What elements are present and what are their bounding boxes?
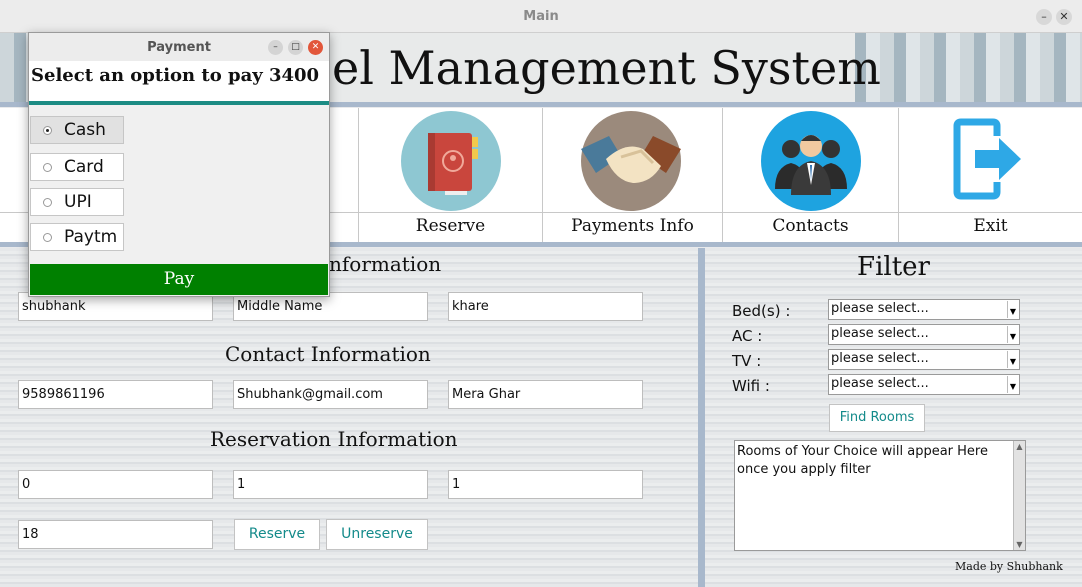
reservation-field-1[interactable] — [18, 470, 213, 499]
tv-select[interactable]: please select... ▼ — [828, 349, 1020, 370]
reservation-field-4[interactable] — [18, 520, 213, 549]
beds-select[interactable]: please select... ▼ — [828, 299, 1020, 320]
chevron-down-icon: ▼ — [1007, 376, 1018, 393]
minimize-button[interactable]: – — [1036, 9, 1052, 25]
contacts-people-icon — [761, 111, 861, 211]
ac-select-value: please select... — [831, 326, 929, 341]
chevron-down-icon: ▼ — [1007, 301, 1018, 318]
reservation-field-3[interactable] — [448, 470, 643, 499]
ac-select[interactable]: please select... ▼ — [828, 324, 1020, 345]
reserve-button[interactable]: Reserve — [234, 519, 320, 550]
main-window-title: Main — [523, 9, 559, 24]
nav-label-reserve: Reserve — [415, 216, 486, 236]
radio-indicator — [43, 126, 52, 135]
payment-dialog: Payment – □ ✕ Select an option to pay 34… — [28, 32, 330, 297]
radio-cash[interactable]: Cash — [30, 116, 124, 144]
scroll-down-icon[interactable]: ▼ — [1014, 539, 1025, 550]
radio-paytm[interactable]: Paytm — [30, 223, 124, 251]
radio-paytm-label: Paytm — [64, 227, 118, 247]
results-scrollbar[interactable]: ▲ ▼ — [1013, 441, 1025, 550]
nav-label-exit: Exit — [973, 216, 1008, 236]
results-text: Rooms of Your Choice will appear Here on… — [737, 444, 988, 477]
minimize-icon[interactable]: – — [268, 40, 283, 55]
main-titlebar: Main – ✕ — [0, 0, 1082, 33]
exit-arrow-icon — [939, 118, 1029, 208]
payment-titlebar: Payment – □ ✕ — [29, 33, 329, 61]
email-field[interactable] — [233, 380, 428, 409]
radio-indicator — [43, 233, 52, 242]
wifi-label: Wifi : — [732, 377, 770, 395]
wifi-select[interactable]: please select... ▼ — [828, 374, 1020, 395]
chevron-down-icon: ▼ — [1007, 326, 1018, 343]
radio-cash-label: Cash — [64, 120, 106, 140]
wifi-select-value: please select... — [831, 376, 929, 391]
ac-label: AC : — [732, 327, 763, 345]
last-name-field[interactable] — [448, 292, 643, 321]
filter-title: Filter — [857, 252, 930, 282]
payment-prompt: Select an option to pay 3400 — [31, 65, 320, 86]
radio-upi[interactable]: UPI — [30, 188, 124, 216]
accent-rule — [29, 101, 329, 105]
nav-label-payments-info: Payments Info — [571, 216, 694, 236]
radio-indicator — [43, 163, 52, 172]
contact-info-title: Contact Information — [225, 342, 431, 366]
phone-field[interactable] — [18, 380, 213, 409]
close-icon[interactable]: ✕ — [308, 40, 323, 55]
radio-upi-label: UPI — [64, 192, 92, 212]
nav-item-reserve[interactable]: Reserve — [358, 108, 542, 242]
nav-item-exit[interactable]: Exit — [898, 108, 1082, 242]
chevron-down-icon: ▼ — [1007, 351, 1018, 368]
panel-divider — [698, 248, 705, 587]
results-textarea[interactable]: Rooms of Your Choice will appear Here on… — [734, 440, 1026, 551]
tv-select-value: please select... — [831, 351, 929, 366]
scroll-up-icon[interactable]: ▲ — [1014, 441, 1025, 452]
beds-select-value: please select... — [831, 301, 929, 316]
unreserve-button[interactable]: Unreserve — [326, 519, 428, 550]
payment-dialog-title: Payment — [147, 40, 211, 55]
beds-label: Bed(s) : — [732, 302, 791, 320]
pay-button[interactable]: Pay — [30, 264, 328, 295]
nav-label-contacts: Contacts — [772, 216, 849, 236]
header-title: el Management System — [332, 41, 881, 95]
reservation-field-2[interactable] — [233, 470, 428, 499]
find-rooms-button[interactable]: Find Rooms — [829, 404, 925, 432]
credit-text: Made by Shubhank — [955, 560, 1063, 573]
tv-label: TV : — [732, 352, 762, 370]
reservation-info-title: Reservation Information — [210, 427, 458, 451]
nav-item-contacts[interactable]: Contacts — [722, 108, 898, 242]
handshake-icon — [581, 111, 681, 211]
reserve-book-icon — [401, 111, 501, 211]
address-field[interactable] — [448, 380, 643, 409]
nav-item-payments-info[interactable]: Payments Info — [542, 108, 722, 242]
radio-card-label: Card — [64, 157, 104, 177]
close-button[interactable]: ✕ — [1056, 9, 1072, 25]
radio-indicator — [43, 198, 52, 207]
personal-info-title: nformation — [329, 252, 442, 276]
radio-card[interactable]: Card — [30, 153, 124, 181]
maximize-icon[interactable]: □ — [288, 40, 303, 55]
